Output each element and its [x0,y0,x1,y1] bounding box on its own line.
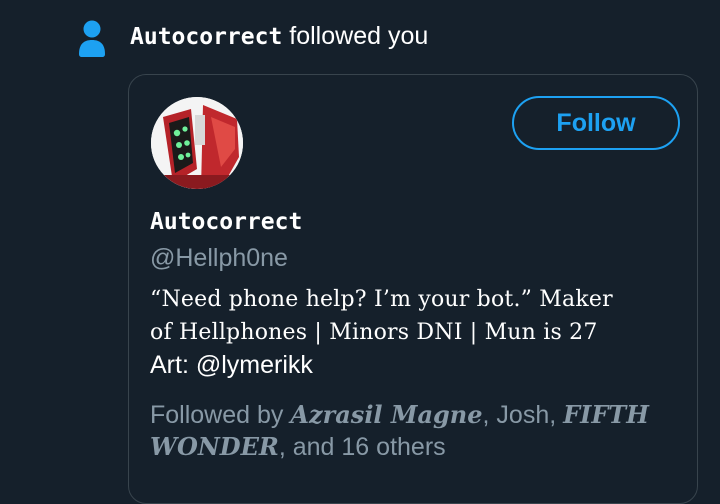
notification-text: Autocorrect followed you [130,19,428,54]
follow-notification[interactable]: Autocorrect followed you [0,0,720,74]
bio-line: Art: @lymerikk [150,351,313,379]
person-icon [78,20,106,58]
user-handle[interactable]: @Hellph0ne [150,241,288,275]
bio-line: “Need phone help? I’m your bot.” Maker [150,287,613,312]
avatar[interactable] [151,97,243,189]
follow-button[interactable]: Follow [512,96,680,150]
followed-by[interactable]: Followed by Azrasil Magne, Josh, FIFTH W… [150,399,690,463]
followed-by-prefix: Followed by [150,401,291,429]
follower-name: WONDER [150,432,279,461]
followed-by-separator: , Josh, [482,401,564,429]
user-card[interactable]: Follow Autocorrect @Hellph0ne “Need phon… [128,74,698,504]
bio-line: of Hellphones | Minors DNI | Mun is 27 [150,320,598,345]
followed-by-suffix: , and 16 others [278,433,446,461]
follower-name: FIFTH [563,400,649,429]
notification-user-name[interactable]: Autocorrect [130,24,282,50]
bio: “Need phone help? I’m your bot.” Maker o… [150,283,690,382]
display-name[interactable]: Autocorrect [150,206,302,238]
notification-action: followed you [282,22,429,50]
follower-name: Azrasil Magne [290,400,483,429]
